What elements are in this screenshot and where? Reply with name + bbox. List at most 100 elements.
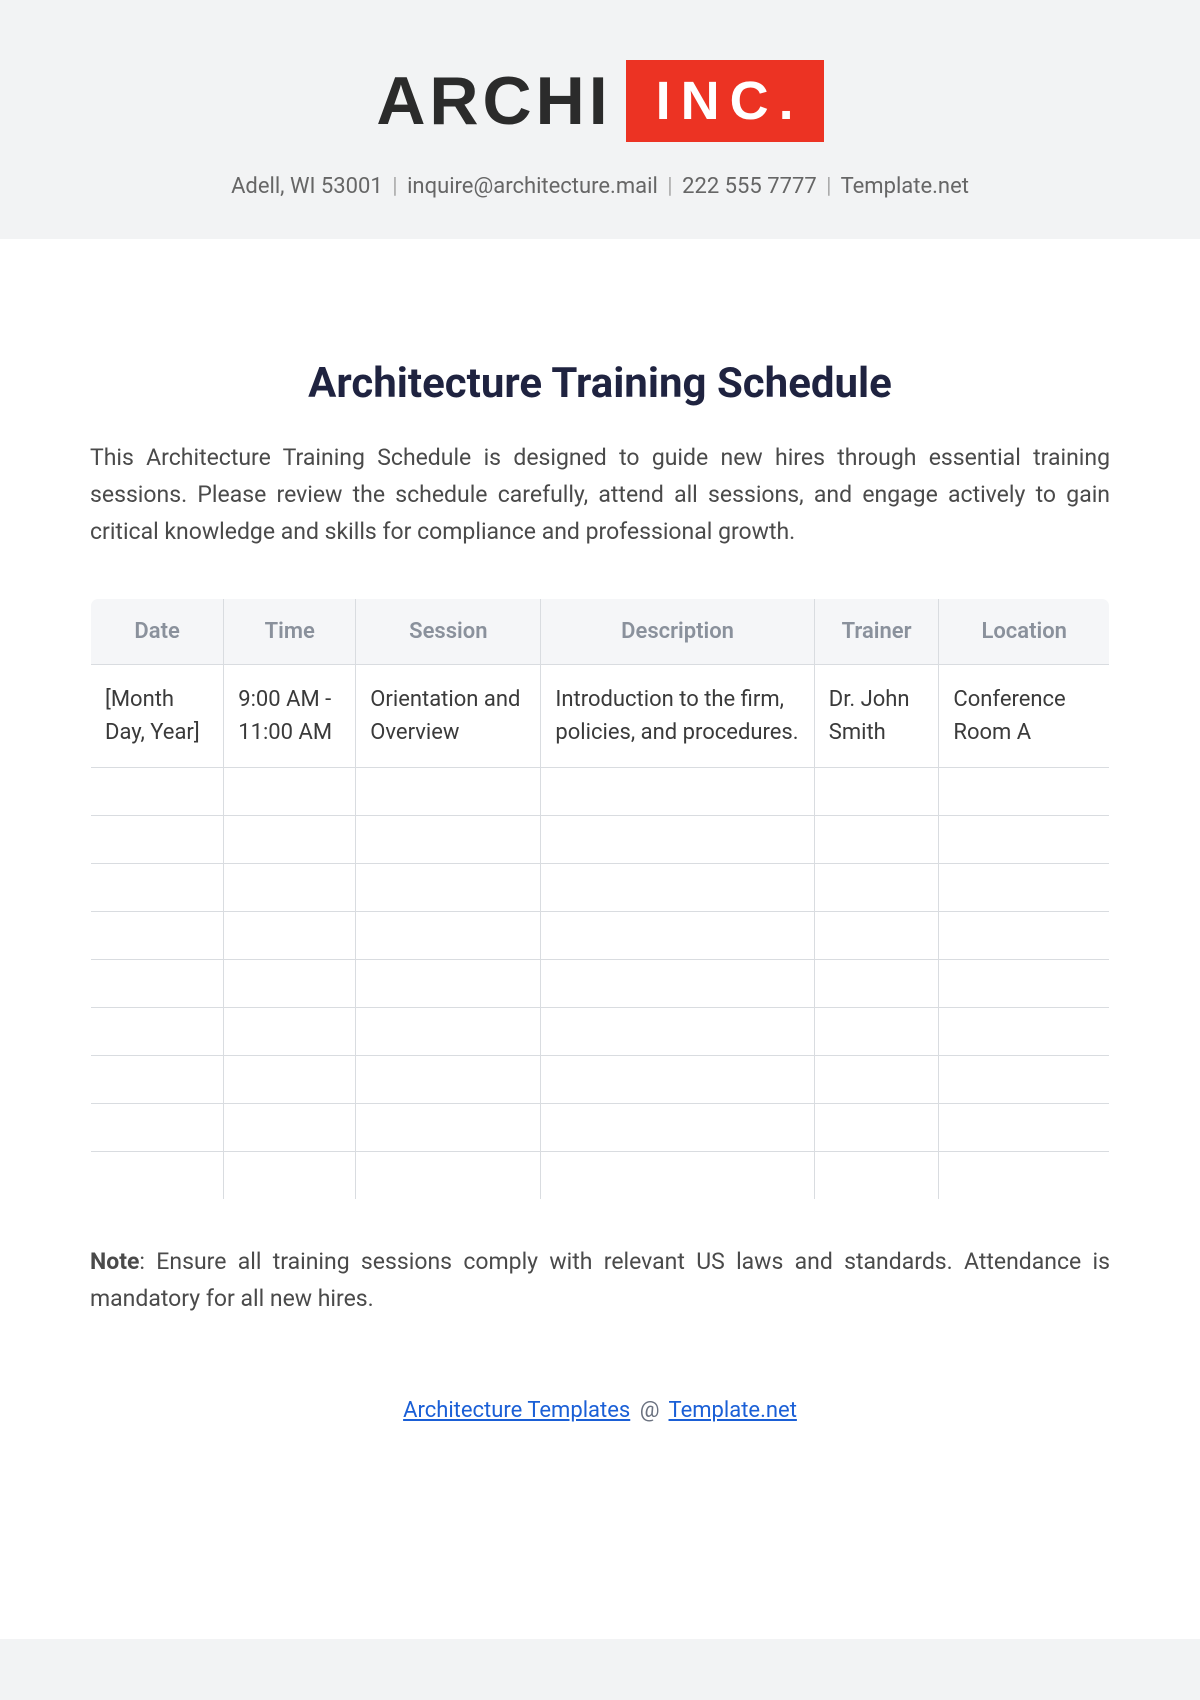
schedule-table: Date Time Session Description Trainer Lo… (90, 598, 1110, 1200)
empty-cell (939, 816, 1110, 864)
table-header-row: Date Time Session Description Trainer Lo… (91, 599, 1110, 665)
table-row: [Month Day, Year]9:00 AM - 11:00 AMOrien… (91, 665, 1110, 768)
cell-time: 9:00 AM - 11:00 AM (224, 665, 356, 768)
empty-cell (939, 1056, 1110, 1104)
col-time: Time (224, 599, 356, 665)
separator: | (667, 174, 672, 199)
empty-cell (224, 864, 356, 912)
empty-cell (224, 1104, 356, 1152)
contact-address: Adell, WI 53001 (231, 174, 383, 199)
empty-cell (541, 1104, 814, 1152)
empty-cell (814, 960, 939, 1008)
col-location: Location (939, 599, 1110, 665)
document-header: ARCHI INC. Adell, WI 53001 | inquire@arc… (0, 0, 1200, 239)
empty-cell (541, 864, 814, 912)
empty-cell (814, 1056, 939, 1104)
note-paragraph: Note: Ensure all training sessions compl… (90, 1244, 1110, 1318)
cell-trainer: Dr. John Smith (814, 665, 939, 768)
table-row (91, 816, 1110, 864)
separator: | (392, 174, 397, 199)
note-text: : Ensure all training sessions comply wi… (90, 1248, 1110, 1312)
empty-cell (541, 912, 814, 960)
col-trainer: Trainer (814, 599, 939, 665)
empty-cell (91, 960, 224, 1008)
empty-cell (939, 1008, 1110, 1056)
col-description: Description (541, 599, 814, 665)
footer-link-templates[interactable]: Architecture Templates (403, 1398, 630, 1423)
table-row (91, 960, 1110, 1008)
empty-cell (356, 1152, 541, 1200)
separator: | (826, 174, 831, 199)
empty-cell (939, 768, 1110, 816)
empty-cell (224, 912, 356, 960)
empty-cell (91, 1152, 224, 1200)
empty-cell (356, 960, 541, 1008)
empty-cell (939, 960, 1110, 1008)
empty-cell (91, 864, 224, 912)
empty-cell (541, 1056, 814, 1104)
contact-phone: 222 555 7777 (682, 174, 817, 199)
empty-cell (814, 1008, 939, 1056)
table-row (91, 768, 1110, 816)
empty-cell (814, 1104, 939, 1152)
contact-email: inquire@architecture.mail (407, 174, 658, 199)
empty-cell (939, 864, 1110, 912)
page-title: Architecture Training Schedule (90, 359, 1110, 408)
table-row (91, 912, 1110, 960)
empty-cell (91, 1008, 224, 1056)
intro-paragraph: This Architecture Training Schedule is d… (90, 440, 1110, 550)
empty-cell (541, 1152, 814, 1200)
logo-text-inc: INC. (626, 60, 824, 142)
empty-cell (91, 816, 224, 864)
empty-cell (91, 768, 224, 816)
empty-cell (91, 1104, 224, 1152)
logo: ARCHI INC. (376, 60, 823, 142)
empty-cell (224, 1056, 356, 1104)
empty-cell (224, 960, 356, 1008)
empty-cell (814, 1152, 939, 1200)
table-row (91, 1152, 1110, 1200)
cell-description: Introduction to the firm, policies, and … (541, 665, 814, 768)
empty-cell (939, 912, 1110, 960)
empty-cell (939, 1104, 1110, 1152)
col-session: Session (356, 599, 541, 665)
empty-cell (224, 1152, 356, 1200)
empty-cell (356, 1008, 541, 1056)
logo-text-archi: ARCHI (376, 62, 611, 140)
col-date: Date (91, 599, 224, 665)
empty-cell (814, 816, 939, 864)
document-body: Architecture Training Schedule This Arch… (0, 239, 1200, 1639)
empty-cell (356, 1104, 541, 1152)
empty-cell (224, 1008, 356, 1056)
empty-cell (224, 816, 356, 864)
note-label: Note (90, 1248, 139, 1275)
empty-cell (939, 1152, 1110, 1200)
empty-cell (91, 1056, 224, 1104)
contact-line: Adell, WI 53001 | inquire@architecture.m… (0, 174, 1200, 199)
empty-cell (356, 864, 541, 912)
empty-cell (91, 912, 224, 960)
empty-cell (356, 816, 541, 864)
footer-link-site[interactable]: Template.net (669, 1398, 797, 1423)
footer-links: Architecture Templates @ Template.net (90, 1398, 1110, 1423)
table-row (91, 864, 1110, 912)
table-row (91, 1104, 1110, 1152)
empty-cell (814, 768, 939, 816)
cell-location: Conference Room A (939, 665, 1110, 768)
cell-date: [Month Day, Year] (91, 665, 224, 768)
empty-cell (541, 768, 814, 816)
empty-cell (814, 912, 939, 960)
empty-cell (541, 960, 814, 1008)
empty-cell (814, 864, 939, 912)
cell-session: Orientation and Overview (356, 665, 541, 768)
empty-cell (356, 1056, 541, 1104)
empty-cell (541, 1008, 814, 1056)
footer-at: @ (640, 1398, 660, 1423)
empty-cell (541, 816, 814, 864)
empty-cell (224, 768, 356, 816)
contact-site: Template.net (841, 174, 969, 199)
empty-cell (356, 768, 541, 816)
table-row (91, 1008, 1110, 1056)
table-row (91, 1056, 1110, 1104)
empty-cell (356, 912, 541, 960)
